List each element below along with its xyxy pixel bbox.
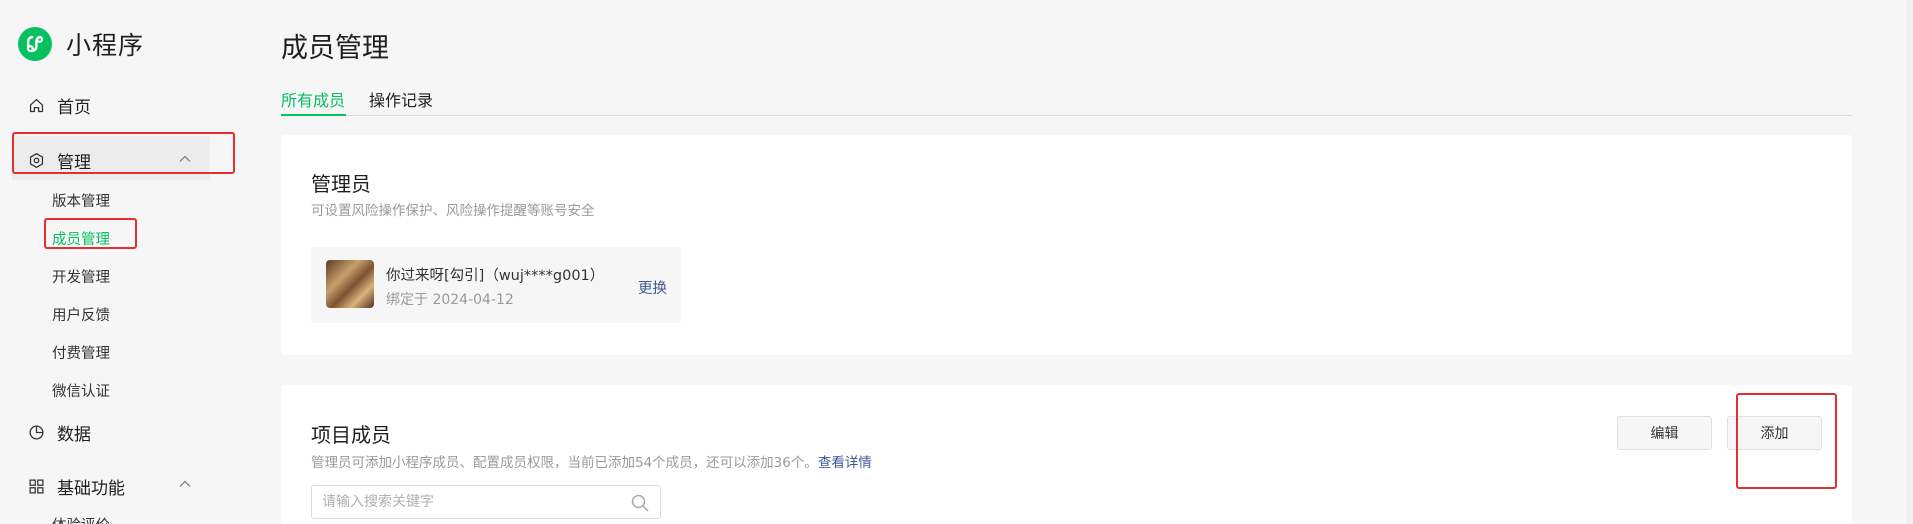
sidebar-item-home[interactable]: 首页 — [27, 93, 91, 118]
brand-name: 小程序 — [66, 31, 145, 60]
avatar — [326, 260, 374, 308]
change-admin-link[interactable]: 更换 — [638, 277, 667, 298]
member-search-box — [311, 485, 661, 519]
sidebar-item-label: 数据 — [57, 425, 91, 445]
mini-program-logo-icon — [18, 27, 52, 61]
view-details-link[interactable]: 查看详情 — [818, 455, 872, 471]
sidebar-subitem-development[interactable]: 开发管理 — [52, 266, 110, 287]
admin-bound-date: 绑定于 2024-04-12 — [386, 292, 514, 308]
add-button[interactable]: 添加 — [1727, 416, 1822, 450]
sidebar: 小程序 首页 管理 版本管理 成员管理 开发管理 用户反馈 付费管理 微信认证 … — [0, 0, 240, 524]
sidebar-item-basic-functions[interactable]: 基础功能 — [27, 474, 125, 499]
brand[interactable]: 小程序 — [18, 26, 144, 62]
members-card-desc: 管理员可添加小程序成员、配置成员权限，当前已添加54个成员，还可以添加36个。查… — [311, 451, 872, 471]
sidebar-item-manage[interactable]: 管理 — [27, 148, 91, 173]
sidebar-item-data[interactable]: 数据 — [27, 420, 91, 445]
admin-card-desc: 可设置风险操作保护、风险操作提醒等账号安全 — [311, 203, 595, 219]
admin-card-title: 管理员 — [311, 172, 371, 196]
grid-icon — [27, 478, 45, 496]
search-icon[interactable] — [630, 493, 650, 513]
members-desc-text: 管理员可添加小程序成员、配置成员权限，当前已添加54个成员，还可以添加36个。 — [311, 455, 818, 471]
pie-chart-icon — [27, 424, 45, 442]
admin-info-box: 你过来呀[勾引]（wuj****g001） 绑定于 2024-04-12 更换 — [311, 247, 681, 323]
sidebar-subitem-version[interactable]: 版本管理 — [52, 190, 110, 211]
sidebar-item-label: 首页 — [57, 98, 91, 118]
sidebar-subitem-payment[interactable]: 付费管理 — [52, 342, 110, 363]
admin-card: 管理员 可设置风险操作保护、风险操作提醒等账号安全 你过来呀[勾引]（wuj**… — [281, 135, 1852, 355]
search-input[interactable] — [322, 486, 622, 518]
sidebar-subitem-members[interactable]: 成员管理 — [52, 228, 110, 249]
sidebar-subitem-feedback[interactable]: 用户反馈 — [52, 304, 110, 325]
scrollbar[interactable] — [1906, 0, 1913, 524]
settings-hexagon-icon — [27, 152, 45, 170]
tab-operation-log[interactable]: 操作记录 — [369, 87, 433, 111]
sidebar-item-label: 基础功能 — [57, 479, 125, 499]
tab-all-members[interactable]: 所有成员 — [281, 87, 345, 111]
sidebar-subitem-experience-review[interactable]: 体验评价 — [52, 514, 110, 524]
tab-bar: 所有成员 操作记录 — [281, 84, 1852, 116]
chevron-up-icon[interactable] — [177, 476, 193, 492]
active-tab-underline — [281, 114, 346, 116]
edit-button[interactable]: 编辑 — [1617, 416, 1712, 450]
members-card: 项目成员 管理员可添加小程序成员、配置成员权限，当前已添加54个成员，还可以添加… — [281, 385, 1852, 524]
admin-name: 你过来呀[勾引]（wuj****g001） — [386, 268, 605, 284]
members-card-title: 项目成员 — [311, 423, 391, 447]
sidebar-subitem-wechat-verify[interactable]: 微信认证 — [52, 380, 110, 401]
page-title: 成员管理 — [281, 33, 389, 64]
home-icon — [27, 97, 45, 115]
chevron-up-icon[interactable] — [177, 151, 193, 167]
sidebar-item-label: 管理 — [57, 153, 91, 173]
